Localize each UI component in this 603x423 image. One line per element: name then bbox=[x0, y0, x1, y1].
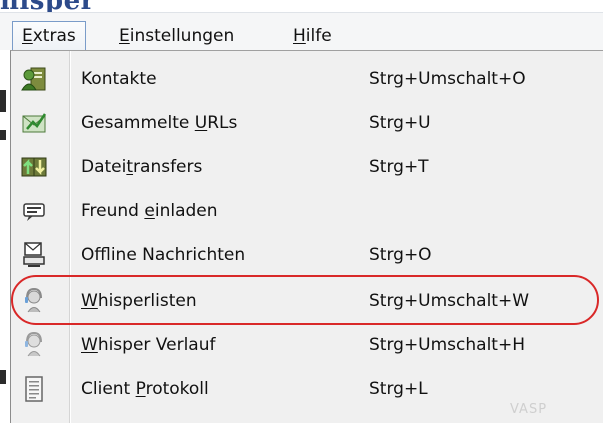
background-window-fragment bbox=[0, 50, 10, 423]
menu-item-shortcut: Strg+Umschalt+O bbox=[369, 69, 526, 89]
menu-item-label: Whisper Verlauf bbox=[81, 335, 216, 355]
menu-item-label: Whisperlisten bbox=[81, 291, 197, 311]
invite-friend-icon bbox=[19, 196, 49, 226]
menu-hilfe-label: ilfe bbox=[305, 26, 332, 46]
menu-item-kontakte[interactable]: Kontakte Strg+Umschalt+O bbox=[11, 57, 603, 101]
menu-einstellungen-label: instellungen bbox=[129, 26, 235, 46]
menu-item-shortcut: Strg+U bbox=[369, 113, 431, 133]
menu-item-whisperlisten[interactable]: Whisperlisten Strg+Umschalt+W bbox=[11, 275, 603, 325]
menu-item-label: Gesammelte URLs bbox=[81, 113, 238, 133]
menu-item-offline-nachrichten[interactable]: Offline Nachrichten Strg+O bbox=[11, 233, 603, 277]
extras-dropdown-menu: Kontakte Strg+Umschalt+O Gesammelte URLs… bbox=[10, 50, 603, 423]
menu-item-dateitransfers[interactable]: Dateitransfers Strg+T bbox=[11, 145, 603, 189]
contacts-icon bbox=[19, 64, 49, 94]
menu-hilfe-mnemonic: H bbox=[293, 26, 306, 46]
menu-einstellungen[interactable]: Einstellungen bbox=[110, 21, 243, 51]
collected-urls-icon bbox=[19, 108, 49, 138]
menu-bar: Extras Einstellungen Hilfe bbox=[0, 12, 603, 53]
background-text-fragment bbox=[0, 90, 6, 112]
whisper-history-icon bbox=[19, 330, 49, 360]
menu-item-shortcut: Strg+O bbox=[369, 245, 432, 265]
offline-messages-icon bbox=[19, 240, 49, 270]
menu-item-label: Client Protokoll bbox=[81, 379, 209, 399]
menu-item-freund-einladen[interactable]: Freund einladen bbox=[11, 189, 603, 233]
menu-item-label: Dateitransfers bbox=[81, 157, 203, 177]
menu-extras-mnemonic: E bbox=[22, 26, 33, 46]
watermark: VASP bbox=[510, 402, 548, 417]
whisper-lists-icon bbox=[19, 286, 49, 316]
menu-einstellungen-mnemonic: E bbox=[119, 26, 130, 46]
menu-item-label: Offline Nachrichten bbox=[81, 245, 246, 265]
menu-extras[interactable]: Extras bbox=[12, 21, 86, 51]
file-transfer-icon bbox=[19, 152, 49, 182]
menu-item-label: Kontakte bbox=[81, 69, 157, 89]
menu-item-shortcut: Strg+Umschalt+W bbox=[369, 291, 530, 311]
menu-item-shortcut: Strg+T bbox=[369, 157, 429, 177]
menu-item-label: Freund einladen bbox=[81, 201, 218, 221]
menu-item-whisper-verlauf[interactable]: Whisper Verlauf Strg+Umschalt+H bbox=[11, 323, 603, 367]
menu-item-gesammelte-urls[interactable]: Gesammelte URLs Strg+U bbox=[11, 101, 603, 145]
menu-hilfe[interactable]: Hilfe bbox=[284, 21, 341, 51]
menu-extras-label: xtras bbox=[32, 26, 76, 46]
client-log-icon bbox=[19, 374, 49, 404]
background-text-fragment bbox=[0, 130, 6, 140]
menu-item-shortcut: Strg+L bbox=[369, 379, 428, 399]
background-text-fragment bbox=[0, 370, 6, 384]
menu-item-shortcut: Strg+Umschalt+H bbox=[369, 335, 525, 355]
